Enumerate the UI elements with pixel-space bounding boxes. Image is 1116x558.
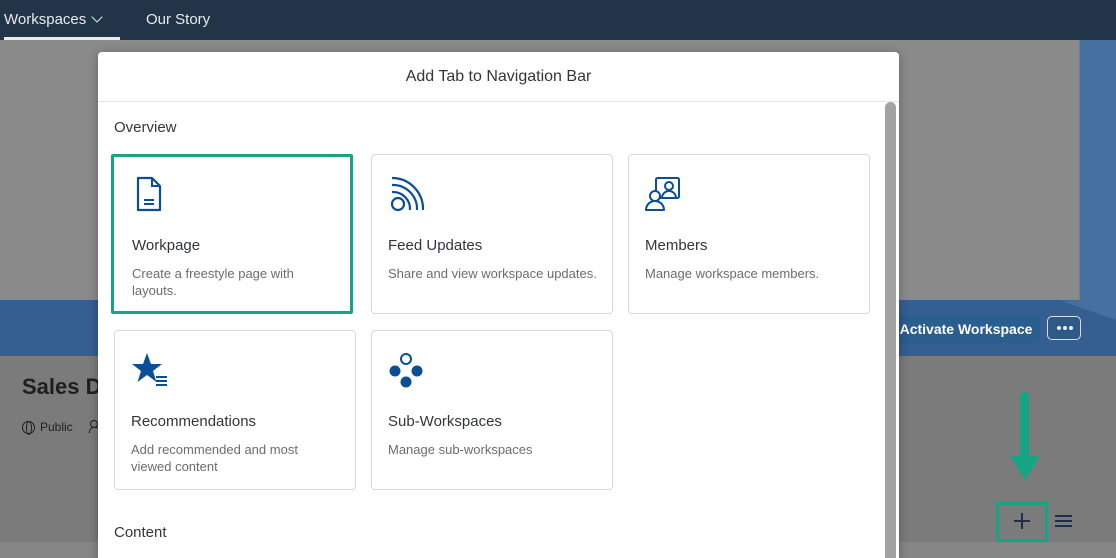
dialog-title: Add Tab to Navigation Bar: [98, 52, 899, 102]
top-nav-bar: Workspaces Our Story: [0, 0, 1116, 40]
tile-sub-workspaces[interactable]: Sub-Workspaces Manage sub-workspaces: [371, 330, 613, 490]
tile-description: Add recommended and most viewed content: [131, 442, 298, 474]
more-options-button[interactable]: [1047, 316, 1081, 340]
members-count-icon: [89, 420, 98, 433]
dot: [1069, 326, 1073, 330]
nav-workspaces-label: Workspaces: [4, 11, 87, 28]
visibility-label: Public: [40, 420, 73, 434]
workspace-title: Sales D: [22, 374, 98, 399]
tile-workpage[interactable]: Workpage Create a freestyle page with la…: [111, 154, 353, 314]
dot: [1057, 326, 1061, 330]
plus-icon: [1014, 512, 1030, 530]
menu-icon[interactable]: [1055, 514, 1072, 528]
tile-description: Share and view workspace updates.: [388, 266, 597, 281]
tile-description: Create a freestyle page with layouts.: [132, 266, 294, 298]
visibility-indicator: Public: [22, 420, 73, 435]
section-content-label: Content: [114, 524, 167, 541]
tile-title: Members: [645, 237, 708, 254]
scrollbar-thumb[interactable]: [885, 102, 896, 558]
tile-title: Workpage: [132, 237, 201, 254]
tile-description: Manage sub-workspaces: [388, 442, 533, 457]
globe-icon: [22, 420, 35, 435]
activate-workspace-button[interactable]: Activate Workspace: [892, 315, 1040, 343]
add-tab-dialog: Add Tab to Navigation Bar Overview Workp…: [98, 52, 899, 558]
tile-title: Feed Updates: [388, 237, 483, 254]
star-list-icon: [132, 353, 167, 386]
document-icon: [136, 176, 162, 212]
tile-description: Manage workspace members.: [645, 266, 820, 281]
tile-title: Recommendations: [131, 413, 257, 430]
members-icon: [645, 177, 680, 211]
tile-recommendations[interactable]: Recommendations Add recommended and most…: [114, 330, 356, 490]
section-overview-label: Overview: [114, 119, 177, 136]
tile-title: Sub-Workspaces: [388, 413, 502, 430]
feed-icon: [390, 176, 424, 212]
nav-our-story[interactable]: Our Story: [146, 0, 210, 40]
callout-arrow-icon: [1010, 456, 1040, 480]
dot: [1063, 326, 1067, 330]
callout-arrow-shaft: [1020, 392, 1029, 458]
chevron-down-icon: [91, 11, 103, 23]
tile-feed-updates[interactable]: Feed Updates Share and view workspace up…: [371, 154, 613, 314]
nav-workspaces-menu[interactable]: Workspaces: [4, 0, 120, 40]
sub-workspaces-icon: [389, 353, 423, 388]
tile-members[interactable]: Members Manage workspace members.: [628, 154, 870, 314]
